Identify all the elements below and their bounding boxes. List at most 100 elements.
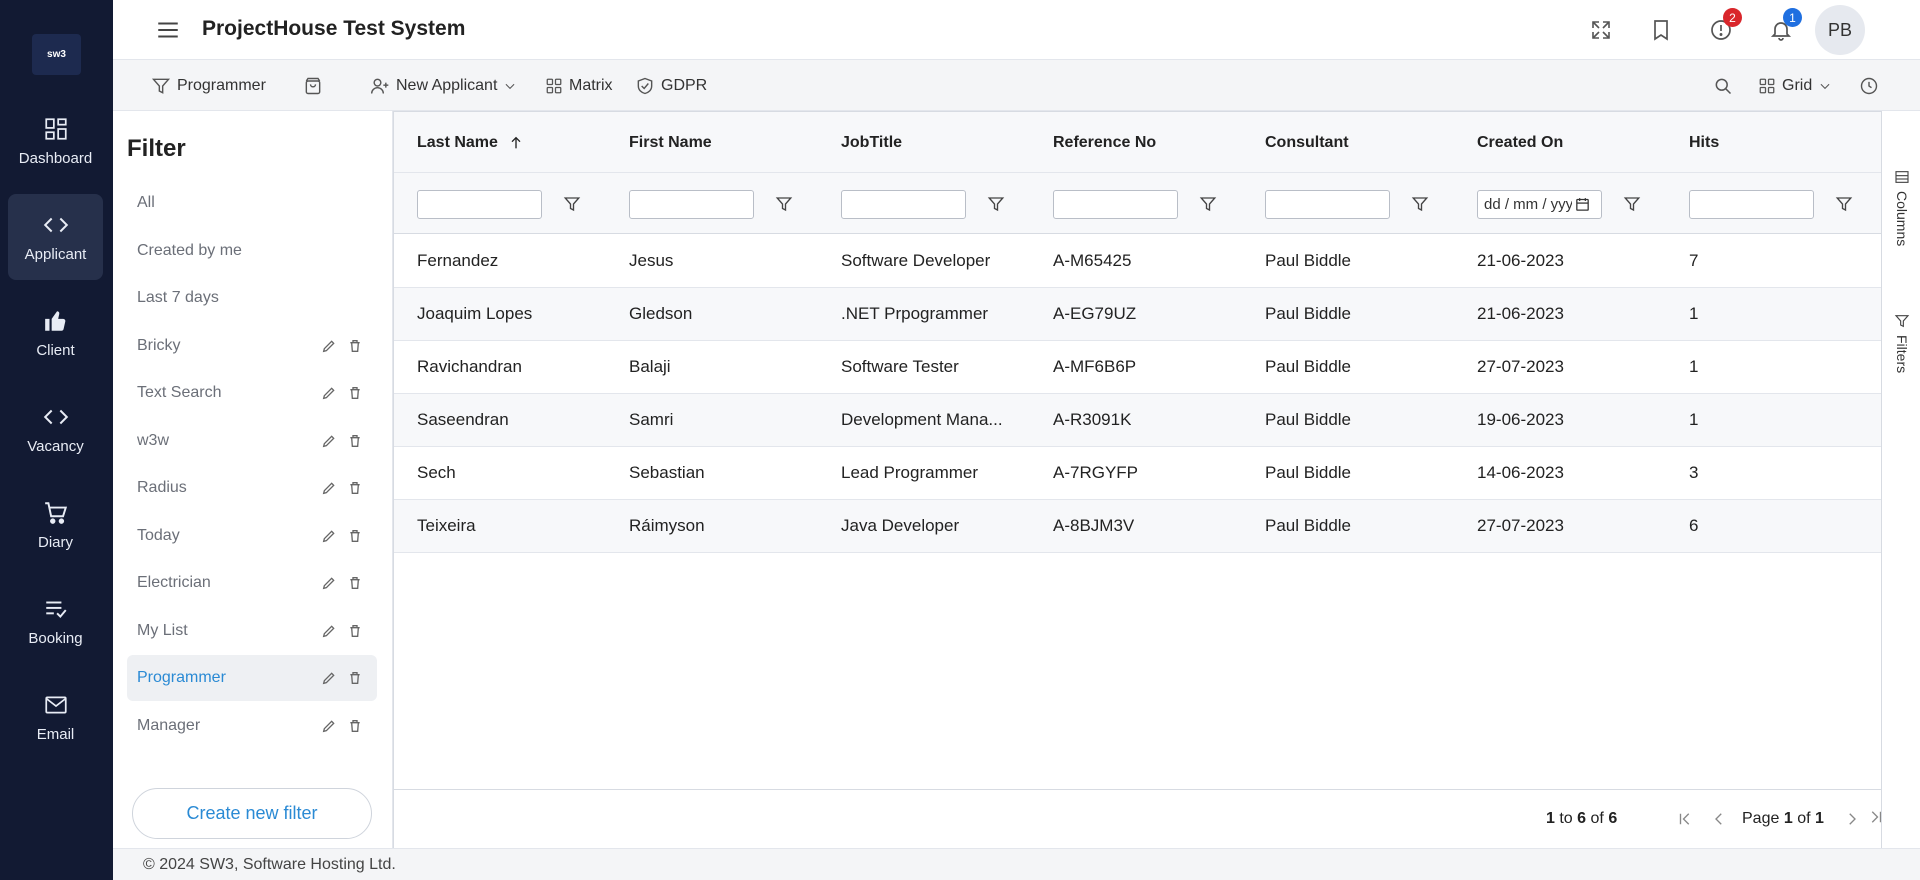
nav-diary[interactable]: Diary: [8, 482, 103, 568]
nav-booking[interactable]: Booking: [8, 578, 103, 664]
table-row[interactable]: Saseendran Samri Development Mana... A-R309…: [394, 394, 1882, 447]
pencil-icon[interactable]: [321, 528, 337, 544]
table-row[interactable]: Sech Sebastian Lead Programmer A-7RGYFP Paul…: [394, 447, 1882, 500]
column-filter-icon[interactable]: [1411, 195, 1429, 213]
nav-client[interactable]: Client: [8, 290, 103, 376]
column-header[interactable]: Hits: [1689, 134, 1719, 152]
matrix-button[interactable]: Matrix: [545, 74, 613, 98]
column-filter-input[interactable]: [417, 190, 542, 219]
column-filter-icon[interactable]: [775, 195, 793, 213]
trash-icon[interactable]: [347, 623, 363, 639]
column-header-label: Last Name: [417, 134, 498, 151]
nav-email[interactable]: Email: [8, 674, 103, 760]
fullscreen-button[interactable]: [1586, 15, 1616, 45]
gdpr-button[interactable]: GDPR: [635, 74, 707, 98]
trash-icon[interactable]: [347, 338, 363, 354]
envelope-icon: [44, 696, 67, 713]
pencil-icon[interactable]: [321, 623, 337, 639]
column-filter-icon[interactable]: [563, 195, 581, 213]
filter-item[interactable]: Manager: [127, 703, 377, 749]
pencil-icon[interactable]: [321, 575, 337, 591]
toolbar: Programmer New Applicant Matrix GDPR Gri…: [113, 60, 1920, 111]
saved-filter-button[interactable]: Programmer: [151, 74, 266, 98]
view-mode-dropdown[interactable]: Grid: [1758, 74, 1832, 98]
filter-item[interactable]: Bricky: [127, 323, 377, 369]
create-new-filter-button[interactable]: Create new filter: [132, 788, 372, 839]
history-button[interactable]: [1859, 74, 1879, 98]
column-header[interactable]: First Name: [629, 134, 712, 152]
trash-icon[interactable]: [347, 385, 363, 401]
column-header[interactable]: Last Name: [417, 134, 524, 152]
pencil-icon[interactable]: [321, 718, 337, 734]
filter-item[interactable]: Electrician: [127, 560, 377, 606]
column-filter-icon[interactable]: [1623, 195, 1641, 213]
trash-icon[interactable]: [347, 670, 363, 686]
filter-item[interactable]: Today: [127, 513, 377, 559]
column-filter-input[interactable]: [1265, 190, 1390, 219]
total-pages: 1: [1814, 810, 1824, 827]
table-cell: 7: [1689, 251, 1699, 270]
table-cell: Paul Biddle: [1265, 357, 1352, 376]
table-row[interactable]: Ravichandran Balaji Software Tester A-MF6B6…: [394, 341, 1882, 394]
page-of-word: of: [1797, 810, 1811, 827]
code-icon: [43, 409, 68, 424]
bookmark-button[interactable]: [1646, 15, 1676, 45]
column-filter-icon[interactable]: [987, 195, 1005, 213]
basket-button[interactable]: [303, 74, 323, 98]
created-on-date-input[interactable]: dd / mm / yyyy: [1477, 190, 1602, 219]
pencil-icon[interactable]: [321, 385, 337, 401]
table-row[interactable]: Fernandez Jesus Software Developer A-M65425…: [394, 235, 1882, 288]
trash-icon[interactable]: [347, 433, 363, 449]
trash-icon[interactable]: [347, 575, 363, 591]
pencil-icon[interactable]: [321, 433, 337, 449]
pagination-bar: 1 to 6 of 6 Page 1 of 1: [394, 789, 1882, 849]
columns-tab[interactable]: Columns: [1888, 169, 1916, 246]
matrix-label: Matrix: [569, 77, 613, 94]
column-filter-icon[interactable]: [1199, 195, 1217, 213]
trash-icon[interactable]: [347, 528, 363, 544]
trash-icon[interactable]: [347, 718, 363, 734]
filter-item[interactable]: Created by me: [127, 228, 377, 274]
table-row[interactable]: Joaquim Lopes Gledson .NET Prpogrammer A-EG…: [394, 288, 1882, 341]
grid-header-row: Last Name First Name JobTitle Reference No C…: [394, 112, 1882, 173]
filter-item[interactable]: My List: [127, 608, 377, 654]
pencil-icon[interactable]: [321, 338, 337, 354]
filter-item[interactable]: Programmer: [127, 655, 377, 701]
first-page-icon[interactable]: [1676, 810, 1694, 828]
column-filter-icon[interactable]: [1835, 195, 1853, 213]
new-applicant-button[interactable]: New Applicant: [370, 74, 517, 98]
filters-tab[interactable]: Filters: [1888, 313, 1916, 373]
alerts-button[interactable]: 2: [1706, 8, 1742, 45]
nav-vacancy[interactable]: Vacancy: [8, 386, 103, 472]
table-row[interactable]: Teixeira Ráimyson Java Developer A-8BJM3V Pa…: [394, 500, 1882, 553]
pencil-icon[interactable]: [321, 670, 337, 686]
nav-applicant[interactable]: Applicant: [8, 194, 103, 280]
nav-dashboard[interactable]: Dashboard: [8, 98, 103, 184]
filter-item[interactable]: Radius: [127, 465, 377, 511]
pencil-icon[interactable]: [321, 480, 337, 496]
shield-check-icon: [637, 77, 653, 95]
list-check-icon: [45, 601, 66, 618]
user-avatar[interactable]: PB: [1815, 5, 1865, 55]
filter-item[interactable]: w3w: [127, 418, 377, 464]
column-header[interactable]: Reference No: [1053, 134, 1156, 152]
search-button[interactable]: [1713, 74, 1733, 98]
column-header[interactable]: JobTitle: [841, 134, 902, 152]
column-header[interactable]: Consultant: [1265, 134, 1349, 152]
saved-filter-label: Programmer: [177, 77, 266, 94]
next-page-icon[interactable]: [1843, 810, 1861, 828]
column-header[interactable]: Created On: [1477, 134, 1563, 152]
app-logo[interactable]: sw3: [32, 34, 81, 75]
column-filter-input[interactable]: [629, 190, 754, 219]
hamburger-menu-icon[interactable]: [155, 17, 181, 43]
trash-icon[interactable]: [347, 480, 363, 496]
previous-page-icon[interactable]: [1710, 810, 1728, 828]
column-filter-input[interactable]: [1689, 190, 1814, 219]
nav-vacancy-label: Vacancy: [27, 437, 84, 455]
filter-item[interactable]: Last 7 days: [127, 275, 377, 321]
filter-item[interactable]: All: [127, 180, 377, 226]
column-filter-input[interactable]: [1053, 190, 1178, 219]
filter-item[interactable]: Text Search: [127, 370, 377, 416]
column-filter-input[interactable]: [841, 190, 966, 219]
notifications-button[interactable]: 1: [1766, 8, 1802, 45]
